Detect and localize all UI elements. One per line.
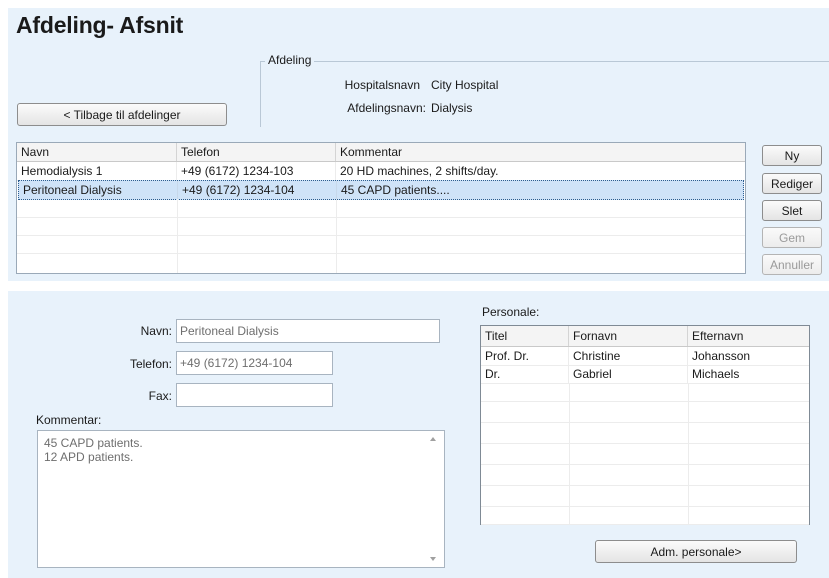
scroll-down-arrow-icon[interactable] (430, 557, 436, 561)
comment-line: 45 CAPD patients. (44, 436, 143, 450)
back-to-departments-button[interactable]: < Tilbage til afdelinger (17, 103, 227, 126)
staff-label: Personale: (482, 305, 540, 319)
table-row-selected[interactable]: Peritoneal Dialysis +49 (6172) 1234-104 … (18, 180, 744, 200)
table-row-empty (481, 404, 809, 423)
page-title: Afdeling- Afsnit (16, 12, 184, 38)
cell-phone: +49 (6172) 1234-103 (177, 162, 336, 180)
table-row-empty (481, 488, 809, 507)
table-row[interactable]: Dr. Gabriel Michaels (481, 365, 809, 384)
cancel-button[interactable]: Annuller (762, 254, 822, 275)
table-row-empty (17, 199, 745, 218)
table-row[interactable]: Hemodialysis 1 +49 (6172) 1234-103 20 HD… (17, 162, 745, 181)
save-button[interactable]: Gem (762, 227, 822, 248)
column-divider (177, 199, 178, 273)
delete-button[interactable]: Slet (762, 200, 822, 221)
department-group-legend: Afdeling (265, 53, 315, 67)
phone-label: Telefon: (129, 357, 172, 371)
fax-field[interactable] (176, 383, 333, 407)
column-divider (688, 383, 689, 524)
column-header-first-name[interactable]: Fornavn (569, 326, 688, 346)
table-row-empty (481, 467, 809, 486)
new-button[interactable]: Ny (762, 145, 822, 166)
table-header-row: Navn Telefon Kommentar (17, 143, 745, 162)
column-header-title[interactable]: Titel (481, 326, 569, 346)
department-info-group (260, 61, 829, 127)
staff-header-row: Titel Fornavn Efternavn (481, 326, 809, 347)
scroll-up-arrow-icon[interactable] (430, 437, 436, 441)
manage-staff-button[interactable]: Adm. personale> (595, 540, 797, 563)
column-header-comment[interactable]: Kommentar (336, 143, 745, 161)
column-header-name[interactable]: Navn (17, 143, 177, 161)
staff-table: Titel Fornavn Efternavn Prof. Dr. Christ… (480, 325, 810, 525)
cell-phone: +49 (6172) 1234-104 (178, 181, 337, 199)
comment-line: 12 APD patients. (44, 450, 134, 464)
table-row-empty (481, 506, 809, 525)
cell-comment: 45 CAPD patients.... (341, 183, 450, 197)
column-divider (569, 383, 570, 524)
fax-label: Fax: (148, 389, 172, 403)
comment-label: Kommentar: (36, 413, 102, 427)
cell-name: Peritoneal Dialysis (19, 181, 178, 199)
hospital-name-value: City Hospital (431, 78, 499, 92)
cell-title: Dr. (481, 365, 569, 383)
column-header-phone[interactable]: Telefon (177, 143, 336, 161)
cell-last-name: Michaels (692, 367, 740, 381)
table-row-empty (17, 235, 745, 254)
column-header-last-name[interactable]: Efternavn (688, 326, 809, 346)
cell-title: Prof. Dr. (481, 347, 569, 365)
cell-first-name: Gabriel (569, 365, 688, 383)
department-name-value: Dialysis (431, 101, 473, 115)
table-row-empty (481, 446, 809, 465)
table-row-empty (481, 383, 809, 402)
cell-name: Hemodialysis 1 (17, 162, 177, 180)
cell-first-name: Christine (569, 347, 688, 365)
cell-last-name: Johansson (692, 349, 751, 363)
sections-table: Navn Telefon Kommentar Hemodialysis 1 +4… (16, 142, 746, 274)
comment-textarea[interactable]: 45 CAPD patients. 12 APD patients. (37, 430, 445, 568)
phone-field[interactable]: +49 (6172) 1234-104 (176, 351, 333, 375)
table-row-empty (481, 425, 809, 444)
table-row[interactable]: Prof. Dr. Christine Johansson (481, 347, 809, 366)
column-divider (336, 199, 337, 273)
department-name-label: Afdelingsnavn: (347, 101, 426, 115)
name-field[interactable]: Peritoneal Dialysis (176, 319, 440, 343)
table-row-empty (17, 217, 745, 236)
hospital-name-label: Hospitalsnavn (344, 78, 420, 92)
edit-button[interactable]: Rediger (762, 173, 822, 194)
name-label: Navn: (140, 324, 172, 338)
cell-comment: 20 HD machines, 2 shifts/day. (340, 164, 499, 178)
